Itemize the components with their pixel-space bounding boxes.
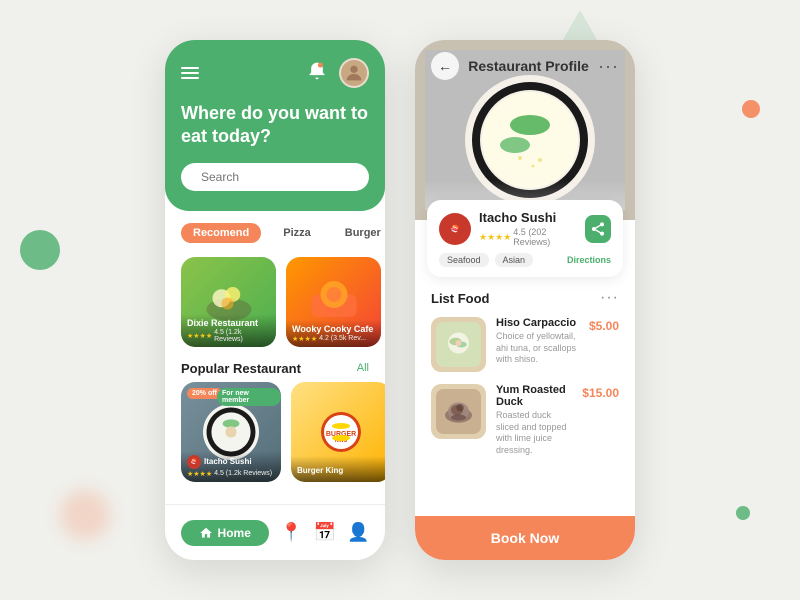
popular-card-sushi-name: Itacho Sushi — [204, 457, 252, 466]
top-right-icons — [307, 58, 369, 88]
directions-link[interactable]: Directions — [567, 255, 611, 265]
book-now-button[interactable]: Book Now — [415, 516, 635, 560]
deco-orange-blur — [60, 490, 110, 540]
food-price-1: $5.00 — [589, 319, 619, 333]
popular-section-header: Popular Restaurant All — [165, 355, 385, 382]
more-options-button[interactable]: ··· — [598, 56, 619, 77]
food-name-1: Hiso Carpaccio — [496, 317, 579, 329]
food-desc-2: Roasted duck sliced and topped with lime… — [496, 410, 572, 457]
popular-title: Popular Restaurant — [181, 361, 301, 376]
deco-orange-circle — [742, 100, 760, 118]
food-info-1: Hiso Carpaccio Choice of yellowtail, ahi… — [496, 317, 579, 366]
share-button[interactable] — [585, 215, 611, 243]
top-bar — [181, 58, 369, 88]
hamburger-menu[interactable] — [181, 67, 199, 79]
deco-green-circle — [20, 230, 60, 270]
restaurant-stars: ★★★★ 4.5 (202 Reviews) — [479, 227, 577, 247]
featured-card-1-stars: ★★★★ 4.5 (1.2k Reviews) — [187, 329, 270, 343]
left-header: Where do you want to eat today? — [165, 40, 385, 211]
featured-card-2-rating: 4.2 (3.5k Rev... — [319, 335, 366, 342]
popular-card-sushi-stars: ★★★★ 4.5 (1.2k Reviews) — [187, 470, 275, 478]
bk-logo: BURGER KING — [316, 407, 366, 457]
food-desc-1: Choice of yellowtail, ahi tuna, or scall… — [496, 331, 579, 366]
header-title: Where do you want to eat today? — [181, 102, 369, 149]
search-bar[interactable] — [181, 163, 369, 191]
list-food-section: List Food ··· Hiso Carpaccio Choice of y… — [415, 277, 635, 481]
share-icon — [590, 221, 606, 237]
star-icon: ★★★★ — [187, 332, 212, 340]
deco-green-small-circle — [736, 506, 750, 520]
featured-card-2-info: Wooky Cooky Cafe ★★★★ 4.2 (3.5k Rev... — [286, 320, 381, 347]
popular-card-sushi[interactable]: 20% off For new member 🍣 Itacho Sushi ★★… — [181, 382, 281, 482]
tag-asian: Asian — [495, 253, 534, 267]
rp-page-title: Restaurant Profile — [468, 58, 589, 74]
restaurant-logo: 🍣 — [439, 213, 471, 245]
back-button[interactable]: ← — [431, 52, 459, 80]
list-food-title: List Food — [431, 291, 490, 306]
food-image-2 — [436, 389, 481, 434]
food-price-2: $15.00 — [582, 386, 619, 400]
profile-nav-icon[interactable]: 👤 — [347, 522, 369, 543]
popular-card-sushi-logo-row: 🍣 Itacho Sushi — [187, 455, 275, 469]
category-recomend[interactable]: Recomend — [181, 223, 261, 243]
calendar-nav-icon[interactable]: 📅 — [314, 522, 336, 543]
food-item-1[interactable]: Hiso Carpaccio Choice of yellowtail, ahi… — [431, 317, 619, 372]
star-icon-3: ★★★★ — [187, 470, 212, 478]
restaurant-name: Itacho Sushi — [479, 210, 577, 225]
rp-header-bar: ← Restaurant Profile ··· — [415, 40, 635, 92]
popular-all-link[interactable]: All — [357, 362, 369, 374]
categories-row: Recomend Pizza Burger Sushi — [165, 211, 385, 249]
food-info-2: Yum Roasted Duck Roasted duck sliced and… — [496, 384, 572, 457]
left-phone: Where do you want to eat today? Recomend… — [165, 40, 385, 560]
food-thumb-1 — [431, 317, 486, 372]
restaurant-card: 🍣 Itacho Sushi ★★★★ 4.5 (202 Reviews) — [427, 200, 623, 277]
home-icon — [199, 526, 213, 540]
featured-card-2-stars: ★★★★ 4.2 (3.5k Rev... — [292, 335, 375, 343]
featured-card-2[interactable]: Wooky Cooky Cafe ★★★★ 4.2 (3.5k Rev... — [286, 257, 381, 347]
popular-card-sushi-rating: 4.5 (1.2k Reviews) — [214, 470, 272, 477]
featured-card-1-name: Dixie Restaurant — [187, 318, 270, 328]
list-food-header: List Food ··· — [431, 289, 619, 307]
restaurant-card-top: 🍣 Itacho Sushi ★★★★ 4.5 (202 Reviews) — [439, 210, 611, 247]
bottom-nav: Home 📍 📅 👤 — [165, 504, 385, 560]
food-item-2[interactable]: Yum Roasted Duck Roasted duck sliced and… — [431, 384, 619, 457]
notification-icon[interactable] — [307, 61, 331, 85]
rp-header: ← Restaurant Profile ··· — [415, 40, 635, 220]
popular-card-bk-name: Burger King — [297, 466, 343, 475]
popular-card-sushi-info: 🍣 Itacho Sushi ★★★★ 4.5 (1.2k Reviews) — [181, 451, 281, 482]
popular-card-bk-info: Burger King — [291, 456, 385, 482]
category-burger[interactable]: Burger — [333, 223, 385, 243]
avatar[interactable] — [339, 58, 369, 88]
restaurant-info: Itacho Sushi ★★★★ 4.5 (202 Reviews) — [479, 210, 577, 247]
featured-card-1[interactable]: Dixie Restaurant ★★★★ 4.5 (1.2k Reviews) — [181, 257, 276, 347]
restaurant-tags: Seafood Asian Directions — [439, 253, 611, 267]
featured-card-1-info: Dixie Restaurant ★★★★ 4.5 (1.2k Reviews) — [181, 314, 276, 347]
popular-card-bk[interactable]: BURGER KING Burger King — [291, 382, 385, 482]
search-input[interactable] — [201, 170, 356, 184]
tag-seafood: Seafood — [439, 253, 489, 267]
itacho-logo: 🍣 — [187, 455, 201, 469]
star-icon-rp: ★★★★ — [479, 232, 511, 243]
location-nav-icon[interactable]: 📍 — [280, 522, 302, 543]
restaurant-rating: 4.5 (202 Reviews) — [513, 227, 577, 247]
food-image-1 — [436, 322, 481, 367]
category-pizza[interactable]: Pizza — [271, 223, 323, 243]
star-icon-2: ★★★★ — [292, 335, 317, 343]
featured-card-1-rating: 4.5 (1.2k Reviews) — [214, 329, 270, 343]
home-nav-button[interactable]: Home — [181, 520, 269, 546]
badge-new: For new member — [217, 388, 281, 406]
right-phone: ← Restaurant Profile ··· — [415, 40, 635, 560]
food-thumb-2 — [431, 384, 486, 439]
featured-row: Dixie Restaurant ★★★★ 4.5 (1.2k Reviews)… — [165, 249, 385, 355]
popular-row: 20% off For new member 🍣 Itacho Sushi ★★… — [165, 382, 385, 482]
food-name-2: Yum Roasted Duck — [496, 384, 572, 408]
list-food-more[interactable]: ··· — [600, 289, 619, 307]
featured-card-2-name: Wooky Cooky Cafe — [292, 324, 375, 334]
